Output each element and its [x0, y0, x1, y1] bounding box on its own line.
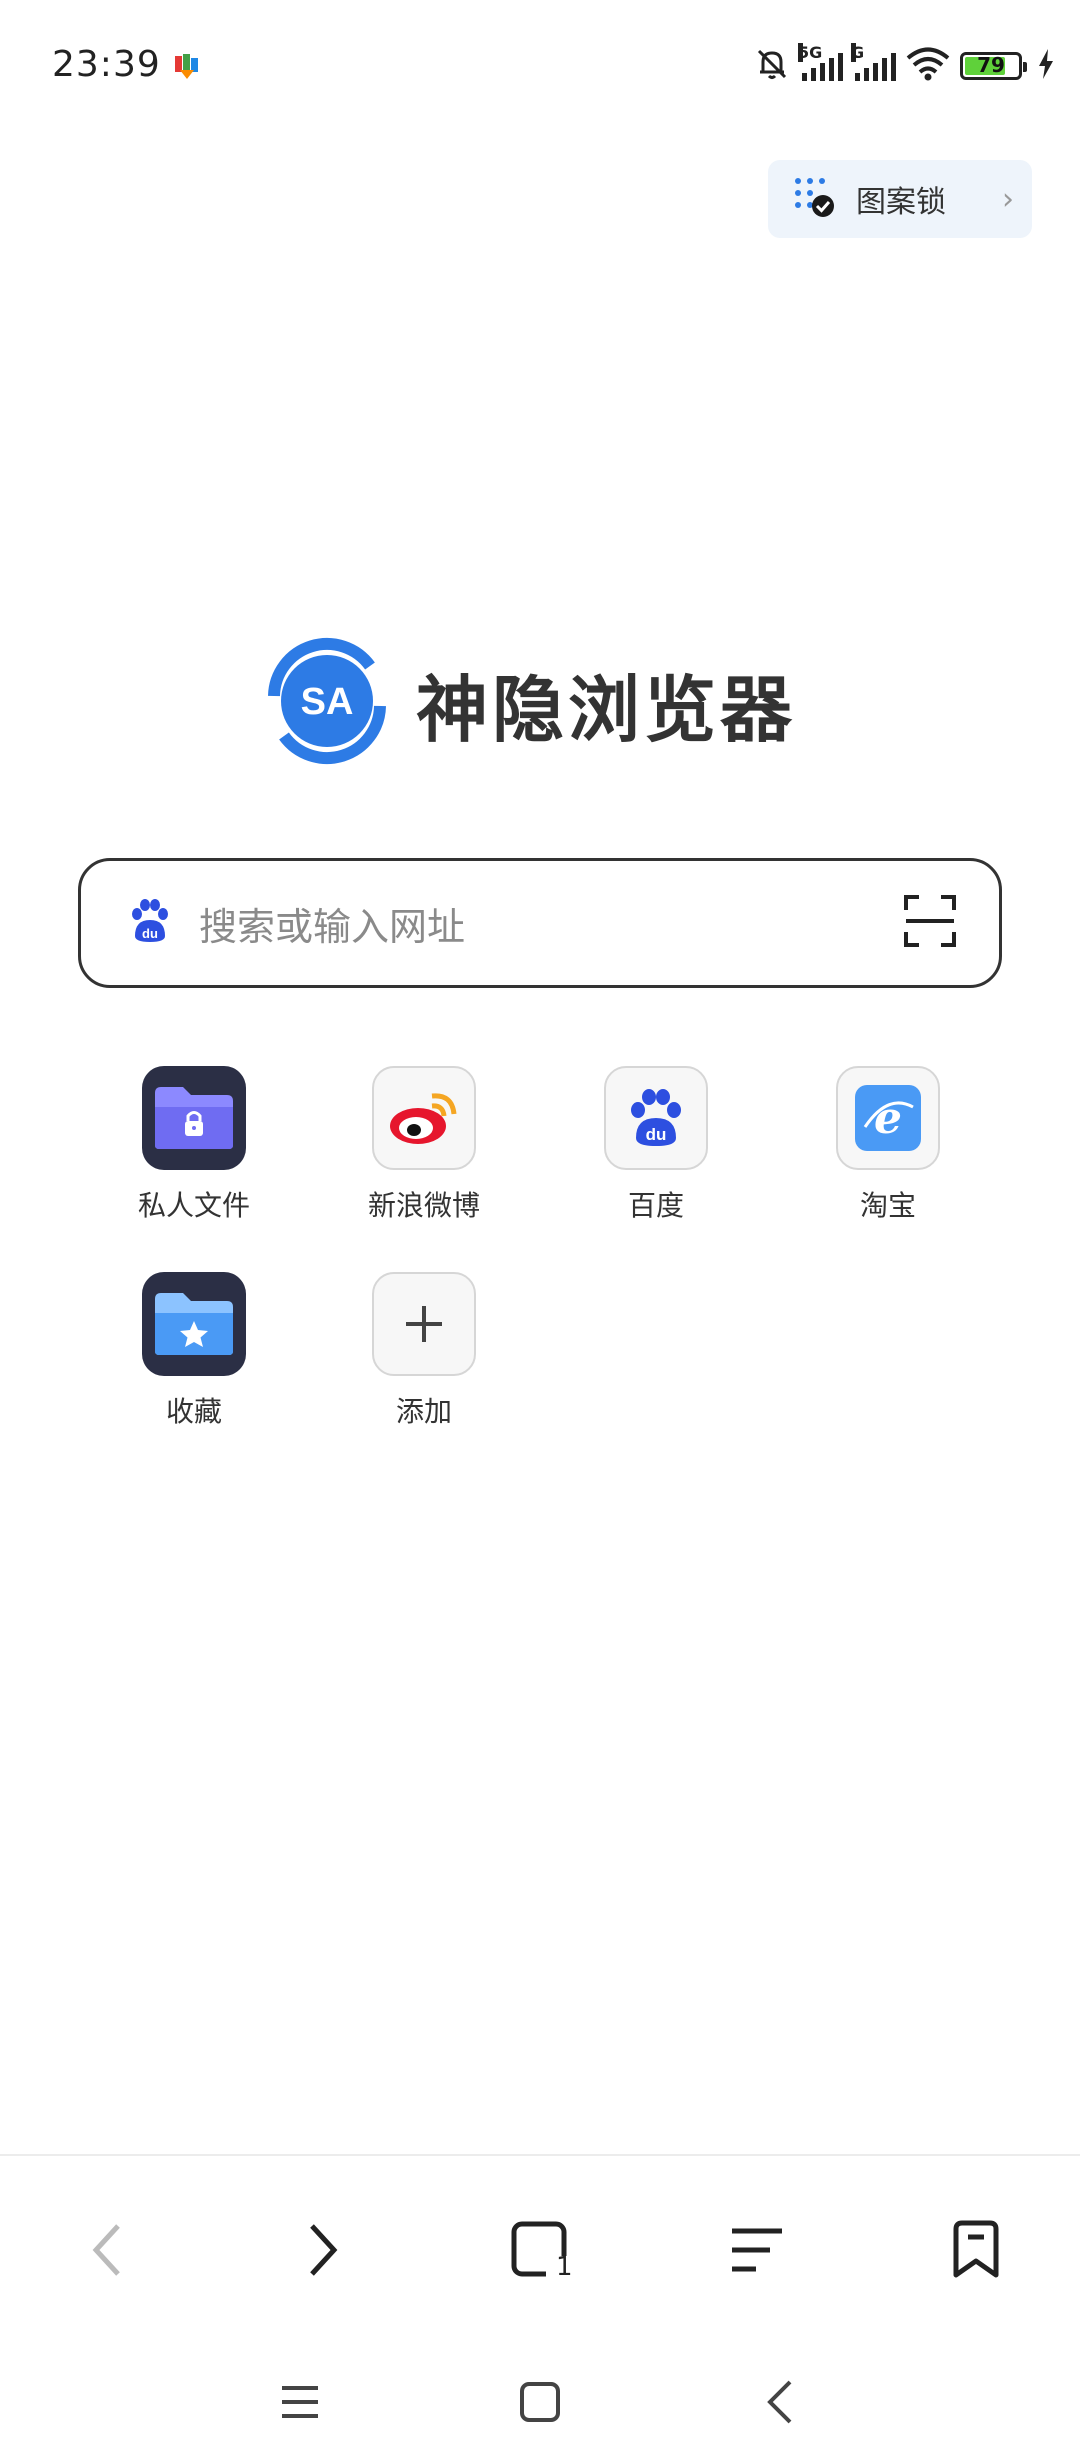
app-notification-icon — [172, 52, 202, 86]
tab-count: 1 — [556, 2252, 573, 2282]
back-arrow-icon — [767, 2380, 792, 2424]
shortcut-weibo[interactable]: 新浪微博 — [334, 1066, 514, 1224]
chevron-right-icon — [310, 2224, 338, 2276]
back-button[interactable] — [66, 2210, 146, 2290]
shortcut-label: 淘宝 — [859, 1189, 916, 1222]
shortcut-label: 收藏 — [165, 1395, 222, 1428]
network-g-label: G — [851, 43, 865, 62]
home-square-icon — [520, 2382, 560, 2422]
menu-button[interactable] — [716, 2210, 796, 2290]
pattern-lock-label: 图案锁 — [856, 185, 946, 220]
favorites-folder-icon — [142, 1272, 246, 1376]
shortcut-private-files[interactable]: 私人文件 — [104, 1066, 284, 1224]
network-5g-label: 5G — [798, 43, 823, 62]
tabs-button[interactable]: 1 — [500, 2210, 580, 2290]
toolbar-divider — [0, 2154, 1080, 2156]
shortcut-taobao[interactable]: e 淘宝 — [798, 1066, 978, 1224]
charging-bolt-icon — [1038, 49, 1054, 83]
forward-button[interactable] — [284, 2210, 364, 2290]
sa-logo-icon: SA — [262, 636, 392, 770]
bookmark-button[interactable] — [936, 2210, 1016, 2290]
system-recents-button[interactable] — [260, 2370, 340, 2434]
brand-logo: SA 神隐浏览器 — [262, 636, 796, 770]
shortcut-baidu[interactable]: du 百度 — [566, 1066, 746, 1224]
menu-lines-icon — [732, 2228, 782, 2272]
battery-icon: 79 — [960, 52, 1027, 80]
shortcut-label: 百度 — [627, 1189, 684, 1222]
baidu-search-engine-icon[interactable]: du — [125, 896, 175, 950]
chevron-right-icon: › — [1002, 181, 1014, 217]
weibo-icon — [372, 1066, 476, 1170]
cell-signal-5g-icon: 5G — [798, 43, 843, 81]
system-back-button[interactable] — [740, 2370, 820, 2434]
scan-qr-icon[interactable] — [903, 894, 957, 952]
svg-text:du: du — [142, 926, 158, 941]
shortcut-label: 添加 — [395, 1395, 452, 1428]
baidu-paw-icon: du — [604, 1066, 708, 1170]
cell-signal-g-icon: G — [851, 43, 896, 81]
battery-level: 79 — [977, 53, 1005, 77]
svg-text:e: e — [874, 1093, 902, 1144]
mute-bell-icon — [754, 46, 790, 86]
private-folder-icon — [142, 1066, 246, 1170]
svg-text:du: du — [646, 1125, 667, 1144]
chevron-left-icon — [92, 2224, 120, 2276]
bookmark-icon — [953, 2220, 999, 2278]
pattern-lock-button[interactable]: 图案锁 › — [768, 160, 1032, 238]
shortcut-add[interactable]: 添加 — [334, 1272, 514, 1430]
status-time: 23:39 — [52, 44, 161, 85]
search-input[interactable]: du 搜索或输入网址 — [78, 858, 1002, 988]
search-placeholder: 搜索或输入网址 — [199, 904, 466, 949]
system-home-button[interactable] — [500, 2370, 580, 2434]
shortcut-favorites[interactable]: 收藏 — [104, 1272, 284, 1430]
plus-icon — [372, 1272, 476, 1376]
pattern-lock-icon — [792, 175, 836, 223]
status-icons: 5G G 79 — [754, 43, 1054, 86]
recents-menu-icon — [282, 2386, 318, 2418]
ie-browser-icon: e — [836, 1066, 940, 1170]
shortcut-label: 私人文件 — [137, 1189, 250, 1222]
wifi-icon — [906, 47, 950, 85]
shortcut-label: 新浪微博 — [367, 1189, 480, 1222]
brand-name: 神隐浏览器 — [416, 667, 797, 752]
logo-monogram: SA — [301, 681, 354, 723]
